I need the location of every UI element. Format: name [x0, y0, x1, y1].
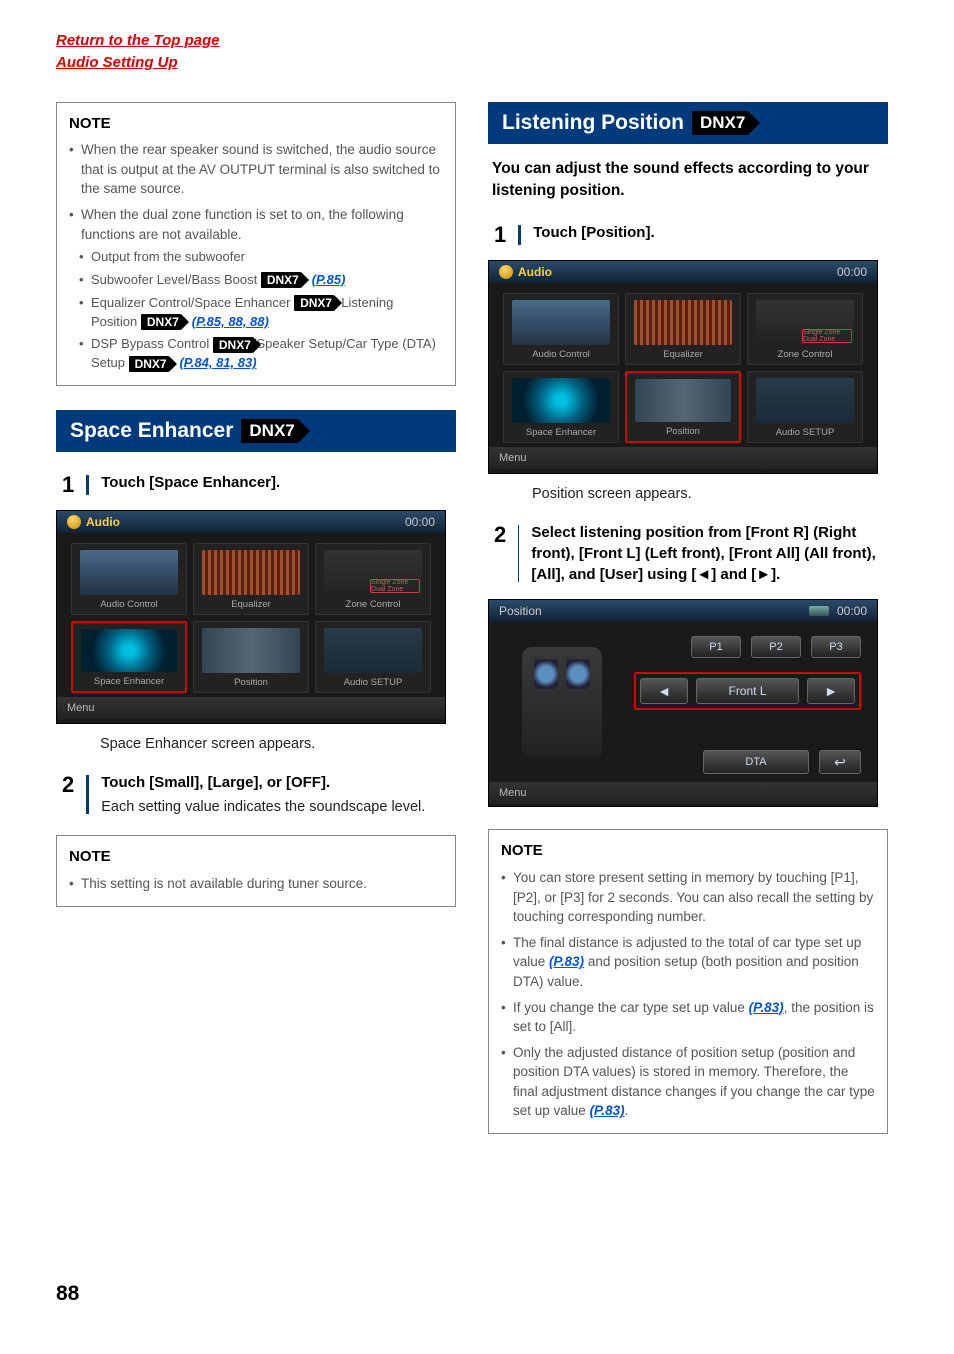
step-instruction: Touch [Small], [Large], or [OFF].: [101, 774, 330, 791]
step-number: 2: [62, 772, 74, 817]
clock-label: 00:00: [837, 604, 867, 618]
step-1: 1 Touch [Position].: [494, 222, 888, 248]
preset-p2-button[interactable]: P2: [751, 636, 801, 658]
audio-setup-button[interactable]: Audio SETUP: [315, 621, 431, 693]
menu-button[interactable]: Menu: [489, 782, 877, 804]
audio-control-button[interactable]: Audio Control: [503, 293, 619, 365]
page-number: 88: [56, 1282, 79, 1306]
dnx7-badge-icon: DNX7: [141, 314, 181, 330]
audio-setup-button[interactable]: Audio SETUP: [747, 371, 863, 443]
step-1: 1 Touch [Space Enhancer].: [62, 472, 456, 498]
dnx7-badge-icon: DNX7: [241, 419, 297, 443]
position-screen-screenshot: Position 00:00 P1 P2 P3 ◄ Front L: [488, 599, 878, 807]
preset-p1-button[interactable]: P1: [691, 636, 741, 658]
prev-arrow-button[interactable]: ◄: [640, 678, 688, 704]
note-item: If you change the car type set up value …: [501, 998, 875, 1037]
step-2: 2 Select listening position from [Front …: [494, 522, 888, 585]
step-instruction: Touch [Position].: [533, 224, 654, 241]
clock-label: 00:00: [405, 515, 435, 529]
menu-button[interactable]: Menu: [57, 697, 445, 719]
note-item: You can store present setting in memory …: [501, 868, 875, 927]
note-subitem: Subwoofer Level/Bass Boost DNX7 (P.85): [79, 271, 443, 290]
note-subitem: Output from the subwoofer: [79, 248, 443, 267]
step-instruction: Touch [Space Enhancer].: [101, 474, 280, 491]
page-ref-link[interactable]: (P.85, 88, 88): [192, 314, 269, 329]
position-selector: ◄ Front L ►: [634, 672, 861, 710]
step-description: Each setting value indicates the soundsc…: [101, 797, 425, 817]
menu-button[interactable]: Menu: [489, 447, 877, 469]
equalizer-button[interactable]: Equalizer: [193, 543, 309, 615]
note-box-position: NOTE You can store present setting in me…: [488, 829, 888, 1134]
step-number: 1: [62, 472, 74, 498]
section-header-space-enhancer: Space Enhancer DNX7: [56, 410, 456, 452]
step-number: 1: [494, 222, 506, 248]
page-ref-link[interactable]: (P.85): [312, 272, 346, 287]
step-instruction: Select listening position from [Front R]…: [531, 524, 875, 583]
step-number: 2: [494, 522, 506, 585]
screen-title: Audio: [67, 515, 120, 529]
top-link-return[interactable]: Return to the Top page: [56, 30, 898, 52]
note-box-dualzone: NOTE When the rear speaker sound is swit…: [56, 102, 456, 387]
next-arrow-button[interactable]: ►: [807, 678, 855, 704]
back-button[interactable]: ↩: [819, 750, 861, 774]
note-item: The final distance is adjusted to the to…: [501, 933, 875, 992]
note-title: NOTE: [69, 113, 443, 135]
audio-menu-screenshot: Audio 00:00 Audio Control Equalizer Sing…: [488, 260, 878, 474]
zone-control-button[interactable]: Single Zone Dual ZoneZone Control: [747, 293, 863, 365]
space-enhancer-button[interactable]: Space Enhancer: [503, 371, 619, 443]
car-seats-icon: [522, 647, 602, 757]
zone-control-button[interactable]: Single Zone Dual ZoneZone Control: [315, 543, 431, 615]
audio-menu-screenshot: Audio 00:00 Audio Control Equalizer Sing…: [56, 510, 446, 724]
equalizer-button[interactable]: Equalizer: [625, 293, 741, 365]
position-button[interactable]: Position: [193, 621, 309, 693]
dnx7-badge-icon: DNX7: [213, 337, 253, 353]
note-subitem: DSP Bypass Control DNX7/Speaker Setup/Ca…: [79, 335, 443, 373]
signal-icon: [809, 606, 829, 616]
dnx7-badge-icon: DNX7: [261, 272, 301, 288]
note-title: NOTE: [69, 846, 443, 868]
screen-title: Position: [499, 604, 542, 618]
caption: Space Enhancer screen appears.: [100, 736, 456, 752]
page-ref-link[interactable]: (P.84, 81, 83): [179, 355, 256, 370]
note-item: When the dual zone function is set to on…: [69, 205, 443, 244]
section-intro: You can adjust the sound effects accordi…: [488, 158, 888, 203]
position-button[interactable]: Position: [625, 371, 741, 443]
note-title: NOTE: [501, 840, 875, 862]
step-2: 2 Touch [Small], [Large], or [OFF]. Each…: [62, 772, 456, 817]
note-subitem: Equalizer Control/Space Enhancer DNX7/ L…: [79, 294, 443, 332]
position-value[interactable]: Front L: [696, 678, 799, 704]
note-item: Only the adjusted distance of position s…: [501, 1043, 875, 1121]
note-item: When the rear speaker sound is switched,…: [69, 140, 443, 199]
space-enhancer-button[interactable]: Space Enhancer: [71, 621, 187, 693]
page-ref-link[interactable]: (P.83): [749, 1000, 784, 1015]
page-ref-link[interactable]: (P.83): [590, 1103, 625, 1118]
audio-control-button[interactable]: Audio Control: [71, 543, 187, 615]
preset-p3-button[interactable]: P3: [811, 636, 861, 658]
screen-title: Audio: [499, 265, 552, 279]
note-box-tuner: NOTE This setting is not available durin…: [56, 835, 456, 906]
dta-button[interactable]: DTA: [703, 750, 809, 774]
page-ref-link[interactable]: (P.83): [549, 954, 584, 969]
clock-label: 00:00: [837, 265, 867, 279]
caption: Position screen appears.: [532, 486, 888, 502]
dnx7-badge-icon: DNX7: [692, 111, 748, 135]
note-item: This setting is not available during tun…: [69, 874, 443, 894]
dnx7-badge-icon: DNX7: [129, 356, 169, 372]
top-link-section[interactable]: Audio Setting Up: [56, 52, 898, 74]
dnx7-badge-icon: DNX7: [294, 295, 334, 311]
section-header-listening-position: Listening Position DNX7: [488, 102, 888, 144]
